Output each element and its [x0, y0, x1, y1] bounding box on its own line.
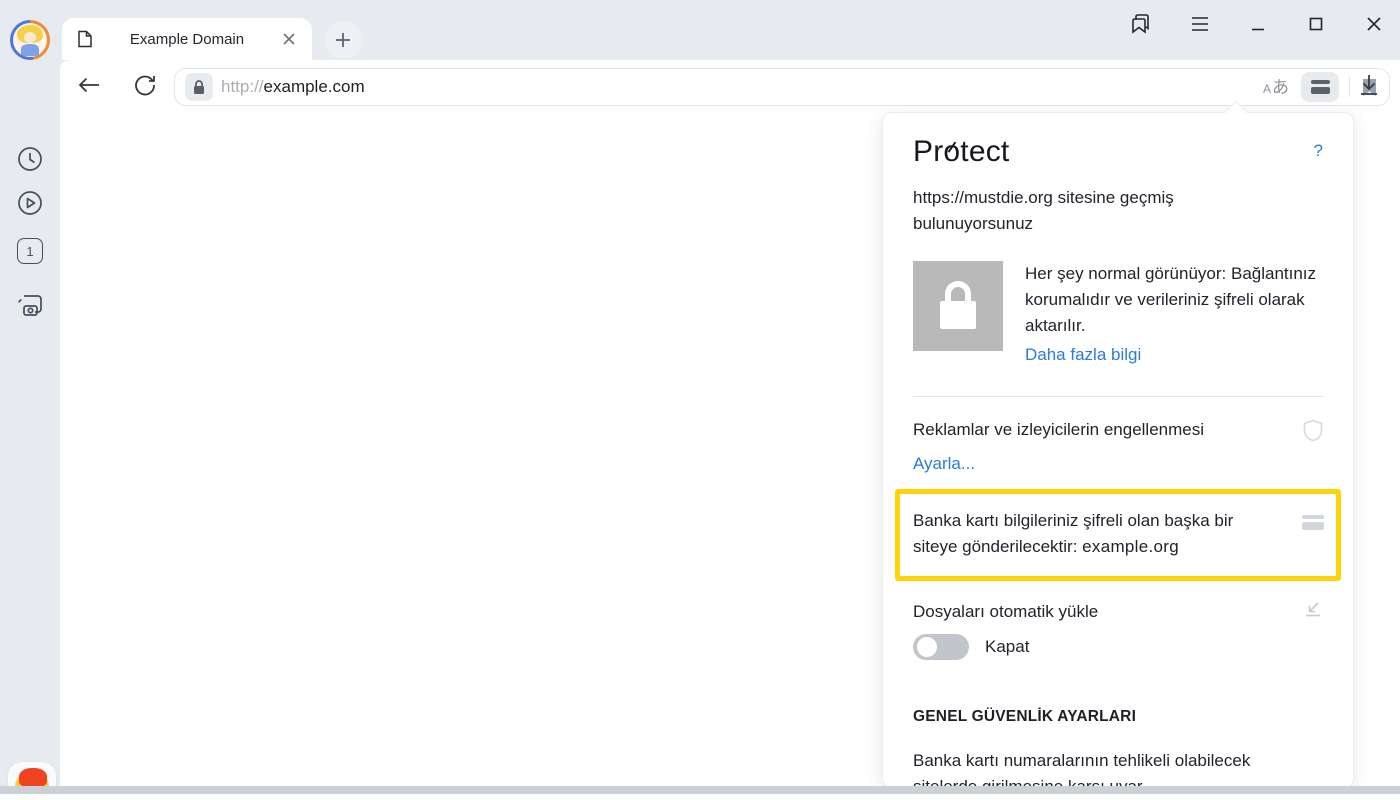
back-icon[interactable]: [76, 72, 102, 98]
visit-status-text: https://mustdie.org sitesine geçmiş bulu…: [913, 185, 1243, 237]
addressbar-separator: [1349, 77, 1350, 97]
panels-icon[interactable]: [1130, 12, 1154, 36]
sidebar: 1: [0, 60, 60, 786]
url-scheme: http://: [221, 77, 264, 96]
screenshot-icon[interactable]: [12, 287, 48, 323]
card-number-warning-text: Banka kartı numaralarının tehlikeli olab…: [913, 748, 1293, 788]
menu-icon[interactable]: [1188, 12, 1212, 36]
popup-title: Protect: [913, 135, 1009, 169]
tab-example-domain[interactable]: Example Domain: [62, 18, 312, 60]
lock-tile-icon: [913, 261, 1003, 351]
tab-title: Example Domain: [96, 31, 278, 48]
help-link[interactable]: ?: [1314, 141, 1323, 161]
window-bottom-frame: [0, 786, 1400, 794]
protect-popup: Protect ? https://mustdie.org sitesine g…: [882, 112, 1354, 788]
page-document-icon: [74, 28, 96, 50]
ads-block-label: Reklamlar ve izleyicilerin engellenmesi: [913, 417, 1204, 443]
profile-avatar[interactable]: [10, 20, 50, 60]
popup-divider: [913, 396, 1323, 397]
configure-link[interactable]: Ayarla...: [913, 451, 975, 477]
warning-domain: example.org: [1082, 537, 1179, 556]
auto-download-label: Dosyaları otomatik yükle: [913, 599, 1098, 625]
toolbar: http://example.com A あ: [60, 60, 1400, 110]
media-play-icon[interactable]: [12, 185, 48, 221]
minimize-icon[interactable]: [1246, 12, 1270, 36]
card-warning-text: Banka kartı bilgileriniz şifreli olan ba…: [913, 508, 1273, 560]
protect-card-icon[interactable]: [1301, 72, 1339, 102]
address-bar[interactable]: http://example.com A あ: [174, 68, 1390, 106]
toggle-state-label: Kapat: [985, 634, 1029, 660]
site-lock-icon[interactable]: [185, 73, 213, 101]
tab-counter-icon[interactable]: 1: [12, 233, 48, 269]
url-text: http://example.com: [221, 77, 365, 97]
tab-count: 1: [17, 238, 43, 264]
refresh-icon[interactable]: [132, 72, 158, 98]
auto-download-icon: [1303, 601, 1323, 626]
more-info-link[interactable]: Daha fazla bilgi: [1025, 342, 1141, 368]
card-warning-highlight: Banka kartı bilgileriniz şifreli olan ba…: [895, 489, 1341, 581]
translate-icon[interactable]: A あ: [1261, 78, 1291, 97]
card-icon: [1302, 515, 1324, 560]
downloads-icon[interactable]: [1356, 72, 1382, 98]
tab-close-icon[interactable]: [278, 28, 300, 50]
new-tab-button[interactable]: [324, 21, 362, 59]
shield-icon: [1303, 419, 1323, 447]
history-icon[interactable]: [12, 141, 48, 177]
avatar-image: [13, 23, 47, 57]
connection-status-text: Her şey normal görünüyor: Bağlantınız ko…: [1025, 261, 1325, 339]
titlebar: Example Domain: [0, 0, 1400, 60]
auto-download-toggle[interactable]: [913, 634, 969, 660]
browser-window: Example Domain: [0, 0, 1400, 800]
close-icon[interactable]: [1362, 12, 1386, 36]
maximize-icon[interactable]: [1304, 12, 1328, 36]
window-bottom-edge: [0, 794, 1400, 800]
url-host: example.com: [264, 77, 365, 96]
security-section-heading: GENEL GÜVENLİK AYARLARI: [913, 708, 1323, 726]
